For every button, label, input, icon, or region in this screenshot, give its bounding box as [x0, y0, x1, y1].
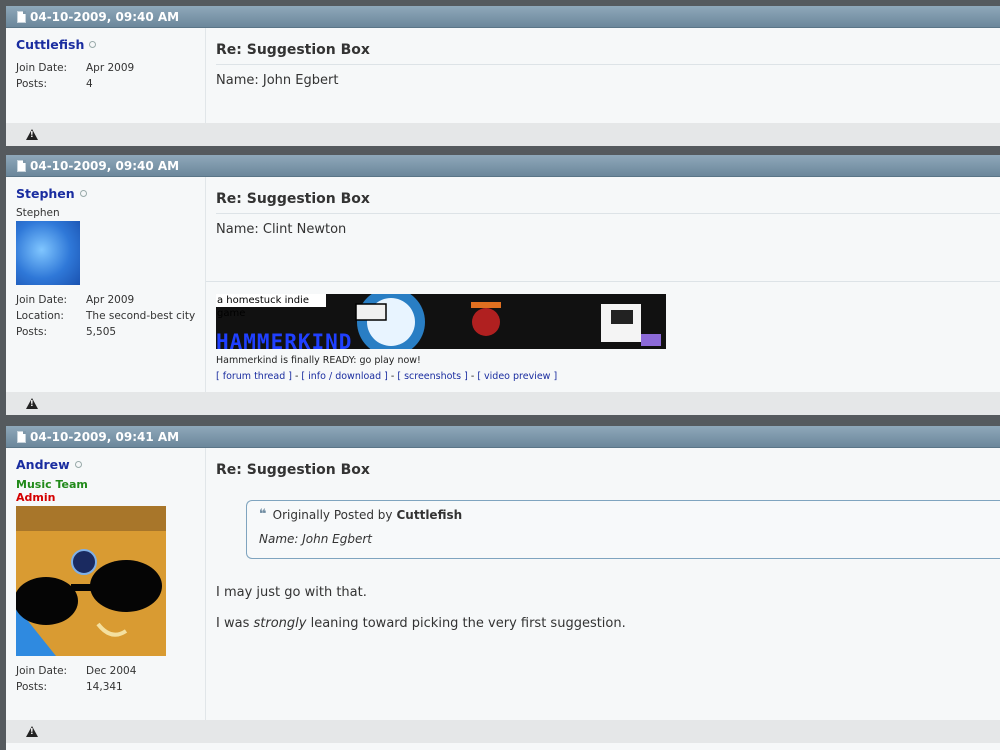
join-date-value: Apr 2009: [86, 62, 135, 74]
offline-status-icon: [74, 461, 82, 468]
screenshots-link[interactable]: [ screenshots ]: [397, 371, 468, 382]
username[interactable]: Andrew: [16, 457, 70, 472]
posts-count: 4: [86, 78, 93, 90]
post-content: Re: Suggestion Box Name: John Egbert: [206, 28, 1000, 123]
post-header: 04-10-2009, 09:41 AM: [6, 426, 1000, 448]
signature-text: Hammerkind is finally READY: go play now…: [216, 355, 421, 366]
post-title: Re: Suggestion Box: [216, 462, 370, 478]
join-date-label: Join Date:: [16, 294, 68, 306]
user-title: Stephen: [16, 207, 60, 219]
document-icon: [17, 430, 26, 443]
post-date: 04-10-2009, 09:40 AM: [30, 158, 180, 173]
signature: a homestuck indie game HAMMERKIND Hammer…: [206, 281, 1000, 382]
username[interactable]: Stephen: [16, 186, 75, 201]
signature-banner[interactable]: a homestuck indie game HAMMERKIND: [216, 294, 666, 349]
post-date: 04-10-2009, 09:40 AM: [30, 9, 180, 24]
username-link[interactable]: Stephen: [16, 186, 205, 201]
usergroup-music-team: Music Team: [16, 478, 88, 491]
signature-links: [ forum thread ] - [ info / download ] -…: [216, 371, 558, 382]
quote-prefix: Originally Posted by: [272, 507, 393, 522]
report-post-icon[interactable]: [26, 398, 38, 409]
location-label: Location:: [16, 310, 64, 322]
posts-label: Posts:: [16, 78, 47, 90]
post-content: Re: Suggestion Box Name: Clint Newton a …: [206, 177, 1000, 392]
video-preview-link[interactable]: [ video preview ]: [477, 371, 557, 382]
report-post-icon[interactable]: [26, 726, 38, 737]
report-post-icon[interactable]: [26, 129, 38, 140]
document-icon: [17, 10, 26, 23]
quote-author[interactable]: Cuttlefish: [397, 508, 463, 522]
post-title: Re: Suggestion Box: [216, 177, 1000, 214]
userinfo: Stephen Stephen Join Date: Apr 2009 Loca…: [6, 177, 206, 392]
userinfo: Cuttlefish Join Date: Apr 2009 Posts: 4: [6, 28, 206, 123]
posts-label: Posts:: [16, 681, 47, 693]
quote-block: ❝ Originally Posted by Cuttlefish Name: …: [246, 500, 1000, 559]
post-footer: [6, 123, 1000, 146]
post-3: 04-10-2009, 09:41 AM Andrew Music Team A…: [6, 426, 1000, 750]
post-2: 04-10-2009, 09:40 AM Stephen Stephen Joi…: [6, 155, 1000, 415]
post-footer: [6, 392, 1000, 415]
offline-status-icon: [79, 190, 87, 197]
username-link[interactable]: Andrew: [16, 457, 205, 472]
posts-count: 14,341: [86, 681, 123, 693]
post-message: Name: John Egbert: [216, 73, 339, 88]
document-icon: [17, 159, 26, 172]
quote-icon: ❝: [259, 507, 267, 522]
avatar[interactable]: [16, 221, 80, 285]
post-footer: [6, 720, 1000, 743]
offline-status-icon: [89, 41, 97, 48]
info-download-link[interactable]: [ info / download ]: [301, 371, 387, 382]
join-date-label: Join Date:: [16, 62, 68, 74]
forum-thread-link[interactable]: [ forum thread ]: [216, 371, 292, 382]
posts-count: 5,505: [86, 326, 117, 338]
usergroup-admin: Admin: [16, 491, 56, 504]
join-date-value: Dec 2004: [86, 665, 137, 677]
post-header: 04-10-2009, 09:40 AM: [6, 6, 1000, 28]
post-title: Re: Suggestion Box: [216, 28, 1000, 65]
location-value: The second-best city: [86, 310, 196, 322]
post-content: Re: Suggestion Box ❝ Originally Posted b…: [206, 448, 1000, 720]
post-date: 04-10-2009, 09:41 AM: [30, 429, 180, 444]
join-date-label: Join Date:: [16, 665, 68, 677]
avatar[interactable]: [16, 506, 166, 656]
join-date-value: Apr 2009: [86, 294, 135, 306]
userinfo: Andrew Music Team Admin Join Date: Dec 2…: [6, 448, 206, 720]
post-1: 04-10-2009, 09:40 AM Cuttlefish Join Dat…: [6, 6, 1000, 146]
post-header: 04-10-2009, 09:40 AM: [6, 155, 1000, 177]
post-message: Name: Clint Newton: [216, 222, 347, 237]
message-line-1: I may just go with that.: [216, 585, 367, 600]
username-link[interactable]: Cuttlefish: [16, 37, 205, 52]
username[interactable]: Cuttlefish: [16, 37, 84, 52]
post-message: I may just go with that. I was strongly …: [216, 577, 1000, 631]
avatar-artwork: [16, 506, 166, 656]
banner-artwork: [355, 294, 661, 349]
quote-text: Name: John Egbert: [259, 532, 373, 546]
message-line-2: I was strongly leaning toward picking th…: [216, 616, 626, 631]
posts-label: Posts:: [16, 326, 47, 338]
